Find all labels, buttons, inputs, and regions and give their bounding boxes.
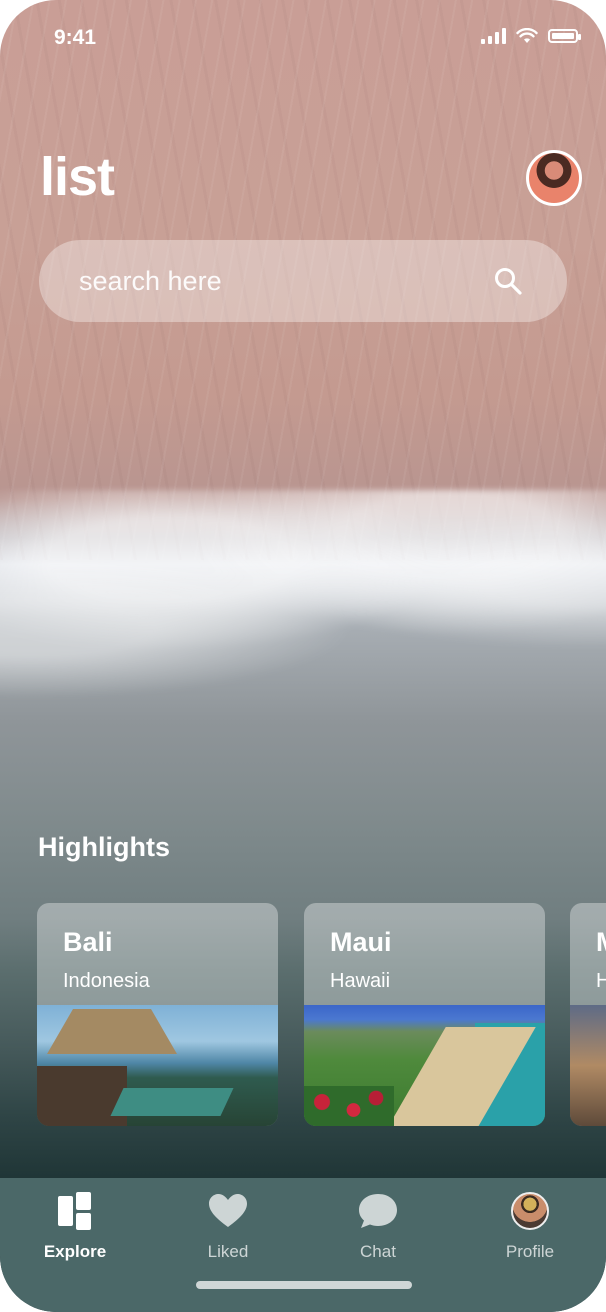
- card-text: M H: [596, 927, 606, 993]
- card-subtitle: Hawaii: [330, 970, 391, 992]
- tab-chat[interactable]: Chat: [318, 1190, 438, 1262]
- highlight-card-maui[interactable]: Maui Hawaii: [304, 903, 545, 1126]
- tab-icon-wrap: [470, 1190, 590, 1232]
- search-icon[interactable]: [493, 266, 523, 296]
- background-wave: [0, 490, 606, 720]
- home-indicator[interactable]: [196, 1281, 412, 1289]
- card-title: Bali: [63, 927, 113, 957]
- tab-profile[interactable]: Profile: [470, 1190, 590, 1262]
- highlight-card-bali[interactable]: Bali Indonesia: [37, 903, 278, 1126]
- profile-avatar: [511, 1192, 549, 1230]
- search-bar[interactable]: [39, 240, 567, 322]
- card-subtitle: H: [596, 970, 606, 992]
- highlight-card-3[interactable]: M H: [570, 903, 606, 1126]
- status-icons: [481, 28, 581, 44]
- maui-photo: [304, 1005, 545, 1126]
- status-time: 9:41: [54, 26, 97, 49]
- status-bar: 9:41: [0, 0, 606, 76]
- heart-icon: [209, 1194, 247, 1227]
- page-title: list: [40, 147, 115, 207]
- tab-icon-wrap: [15, 1190, 135, 1232]
- chat-icon: [359, 1194, 397, 1228]
- phone-screen: 9:41 list Highlights Bali Indo: [0, 0, 606, 1312]
- card-text: Maui Hawaii: [330, 927, 392, 993]
- highlights-title: Highlights: [38, 832, 170, 862]
- card-title: M: [596, 927, 606, 958]
- tab-label: Liked: [207, 1242, 249, 1261]
- tab-icon-wrap: [318, 1190, 438, 1232]
- card-3-photo: [570, 1005, 606, 1126]
- cellular-signal-icon: [481, 28, 506, 44]
- wifi-icon: [516, 28, 538, 43]
- tab-label: Chat: [360, 1242, 396, 1261]
- tab-label: Profile: [505, 1242, 555, 1261]
- card-title: Maui: [330, 927, 392, 957]
- search-input[interactable]: [77, 262, 481, 300]
- tab-liked[interactable]: Liked: [168, 1190, 288, 1262]
- battery-icon: [548, 29, 581, 43]
- tab-bar: Explore Liked Chat Profile: [0, 1178, 606, 1312]
- highlights-carousel[interactable]: Bali Indonesia Maui Hawaii M: [37, 903, 606, 1126]
- tab-explore[interactable]: Explore: [15, 1190, 135, 1262]
- bali-photo: [37, 1005, 278, 1126]
- user-avatar[interactable]: [526, 150, 582, 206]
- card-text: Bali Indonesia: [63, 927, 150, 993]
- card-subtitle: Indonesia: [63, 970, 150, 992]
- tab-icon-wrap: [168, 1190, 288, 1232]
- tab-label: Explore: [43, 1242, 107, 1261]
- explore-icon: [58, 1192, 91, 1230]
